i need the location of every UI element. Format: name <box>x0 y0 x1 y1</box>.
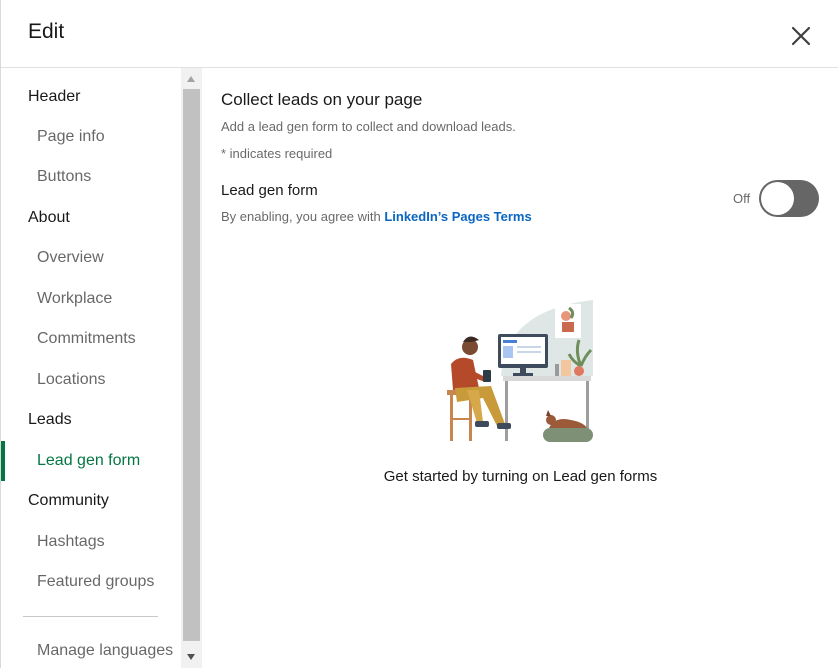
toggle-knob <box>761 182 794 215</box>
lead-gen-panel: Collect leads on your page Add a lead ge… <box>202 68 838 668</box>
dialog-title: Edit <box>28 20 65 43</box>
sidebar-item-featured-groups[interactable]: Featured groups <box>1 562 181 602</box>
scroll-down-arrow-icon[interactable] <box>187 654 195 660</box>
sidebar-section-community[interactable]: Community <box>1 481 181 521</box>
lead-gen-form-label: Lead gen form <box>221 182 318 199</box>
toggle-state-label: Off <box>733 191 751 206</box>
panel-heading: Collect leads on your page <box>221 90 423 109</box>
sidebar-item-page-info[interactable]: Page info <box>1 117 181 157</box>
sidebar-item-overview[interactable]: Overview <box>1 238 181 278</box>
sidebar-item-commitments[interactable]: Commitments <box>1 319 181 359</box>
required-note: * indicates required <box>221 146 333 161</box>
empty-state-message: Get started by turning on Lead gen forms <box>383 468 658 485</box>
sidebar-section-leads[interactable]: Leads <box>1 400 181 440</box>
scrollbar-thumb[interactable] <box>183 89 200 641</box>
terms-text: By enabling, you agree with LinkedIn’s P… <box>221 209 532 224</box>
sidebar-section-about[interactable]: About <box>1 198 181 238</box>
pages-terms-link[interactable]: LinkedIn’s Pages Terms <box>384 209 531 224</box>
edit-dialog: Edit Header Page info Buttons About Over… <box>0 0 838 668</box>
close-icon <box>791 26 811 46</box>
lead-gen-form-toggle[interactable] <box>759 180 819 217</box>
sidebar-item-manage-languages[interactable]: Manage languages <box>1 631 181 668</box>
sidebar-nav: Header Page info Buttons About Overview … <box>1 68 181 668</box>
sidebar-item-lead-gen-form[interactable]: Lead gen form <box>1 441 181 481</box>
sidebar-divider <box>23 616 158 617</box>
sidebar-scrollbar[interactable] <box>181 68 202 668</box>
sidebar-item-workplace[interactable]: Workplace <box>1 279 181 319</box>
sidebar-item-locations[interactable]: Locations <box>1 360 181 400</box>
person-at-desk-illustration <box>447 300 593 442</box>
scroll-up-arrow-icon[interactable] <box>187 76 195 82</box>
dialog-header: Edit <box>1 0 838 68</box>
terms-prefix: By enabling, you agree with <box>221 209 385 224</box>
sidebar-section-header[interactable]: Header <box>1 77 181 117</box>
close-button[interactable] <box>785 20 817 52</box>
sidebar-item-hashtags[interactable]: Hashtags <box>1 522 181 562</box>
panel-description: Add a lead gen form to collect and downl… <box>221 119 516 134</box>
sidebar-item-buttons[interactable]: Buttons <box>1 157 181 197</box>
